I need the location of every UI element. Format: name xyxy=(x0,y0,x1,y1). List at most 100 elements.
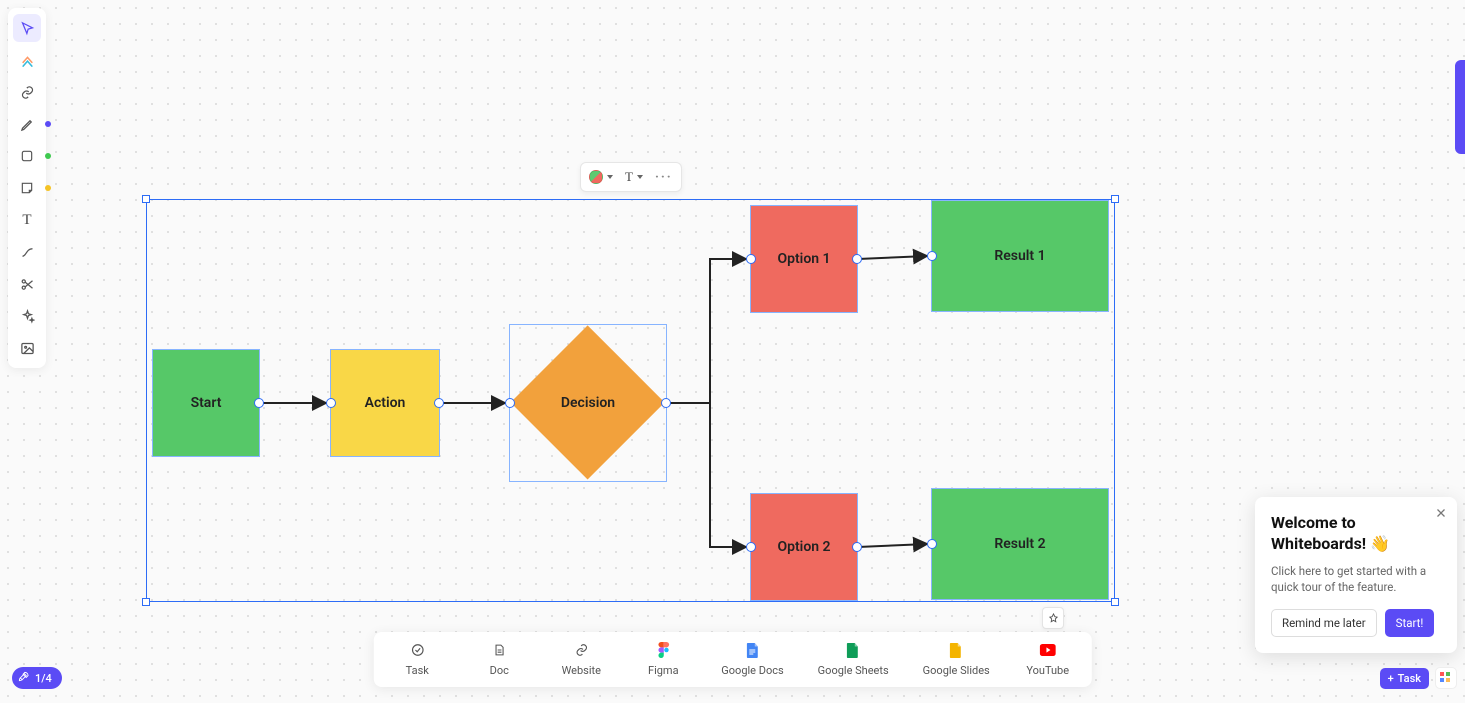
google-sheets-icon xyxy=(845,642,861,658)
node-result-2[interactable]: Result 2 xyxy=(931,488,1109,600)
node-label: Result 2 xyxy=(994,536,1045,552)
google-docs-icon xyxy=(744,642,760,658)
port[interactable] xyxy=(326,398,336,408)
dock-label: YouTube xyxy=(1026,664,1069,677)
fill-color-swatch-icon xyxy=(589,170,603,184)
apps-grid-icon xyxy=(1440,672,1452,684)
port[interactable] xyxy=(852,254,862,264)
port[interactable] xyxy=(746,254,756,264)
port[interactable] xyxy=(661,398,671,408)
resize-handle-top-left[interactable] xyxy=(142,195,150,203)
ellipsis-icon: ··· xyxy=(655,170,673,185)
sparkle-icon xyxy=(20,309,35,324)
dock-google-slides[interactable]: Google Slides xyxy=(923,642,990,677)
dock-task[interactable]: Task xyxy=(393,642,441,677)
resize-handle-bottom-left[interactable] xyxy=(142,598,150,606)
node-label: Option 2 xyxy=(777,539,830,555)
pin-dock-button[interactable] xyxy=(1042,607,1064,629)
dock-label: Google Slides xyxy=(923,664,990,677)
task-button-label: Task xyxy=(1398,672,1421,685)
connector-tool[interactable] xyxy=(13,238,41,266)
cursor-icon xyxy=(20,21,35,36)
welcome-popover: Welcome to Whiteboards! 👋 Click here to … xyxy=(1255,497,1457,653)
node-decision[interactable]: Decision xyxy=(509,324,667,482)
scissors-icon xyxy=(20,277,35,292)
doc-icon xyxy=(491,642,507,658)
start-tour-button[interactable]: Start! xyxy=(1385,609,1435,637)
bottom-right-actions: + Task xyxy=(1380,667,1457,689)
create-task-button[interactable]: + Task xyxy=(1380,668,1429,689)
dock-doc[interactable]: Doc xyxy=(475,642,523,677)
left-toolbar: T xyxy=(8,8,46,368)
node-label: Option 1 xyxy=(777,251,830,267)
sticky-color-indicator xyxy=(45,185,51,191)
port[interactable] xyxy=(505,398,515,408)
welcome-title: Welcome to Whiteboards! 👋 xyxy=(1271,513,1441,555)
shape-color-indicator xyxy=(45,153,51,159)
node-option-1[interactable]: Option 1 xyxy=(750,205,858,313)
chevron-down-icon xyxy=(637,175,643,179)
context-toolbar: T ··· xyxy=(580,162,682,192)
pen-color-indicator xyxy=(45,121,51,127)
task-icon xyxy=(409,642,425,658)
resize-handle-bottom-right[interactable] xyxy=(1111,598,1119,606)
dock-website[interactable]: Website xyxy=(557,642,605,677)
sticky-note-tool[interactable] xyxy=(13,174,41,202)
text-tool[interactable]: T xyxy=(13,206,41,234)
resize-handle-top-right[interactable] xyxy=(1111,195,1119,203)
port[interactable] xyxy=(746,542,756,552)
dock-label: Google Docs xyxy=(721,664,783,677)
shape-fill-picker[interactable] xyxy=(589,170,613,184)
node-result-1[interactable]: Result 1 xyxy=(931,200,1109,312)
dock-label: Task xyxy=(406,664,429,677)
link-icon xyxy=(20,85,35,100)
text-icon: T xyxy=(625,169,633,185)
page-count: 1/4 xyxy=(35,672,52,685)
square-icon xyxy=(20,149,34,163)
port[interactable] xyxy=(927,251,937,261)
shape-tool[interactable] xyxy=(13,142,41,170)
right-drawer-tab[interactable] xyxy=(1455,60,1465,154)
pen-tool[interactable] xyxy=(13,110,41,138)
port[interactable] xyxy=(852,542,862,552)
welcome-body: Click here to get started with a quick t… xyxy=(1271,563,1441,595)
ai-tool[interactable] xyxy=(13,302,41,330)
image-tool[interactable] xyxy=(13,334,41,362)
pen-icon xyxy=(20,117,35,132)
pin-icon xyxy=(1048,613,1059,624)
remind-later-button[interactable]: Remind me later xyxy=(1271,609,1377,637)
port[interactable] xyxy=(927,539,937,549)
node-label: Decision xyxy=(561,395,615,411)
link-icon xyxy=(573,642,589,658)
dock-google-sheets[interactable]: Google Sheets xyxy=(818,642,889,677)
node-start[interactable]: Start xyxy=(152,349,260,457)
insert-dock: Task Doc Website Figma Google Docs Googl… xyxy=(373,632,1091,687)
node-action[interactable]: Action xyxy=(330,349,440,457)
rocket-icon xyxy=(18,671,29,685)
node-label: Start xyxy=(191,395,222,411)
clickup-tool[interactable] xyxy=(13,46,41,74)
google-slides-icon xyxy=(948,642,964,658)
pointer-tool[interactable] xyxy=(13,14,41,42)
dock-label: Doc xyxy=(490,664,509,677)
chevron-down-icon xyxy=(607,175,613,179)
dock-google-docs[interactable]: Google Docs xyxy=(721,642,783,677)
node-option-2[interactable]: Option 2 xyxy=(750,493,858,601)
dock-label: Website xyxy=(562,664,601,677)
dock-figma[interactable]: Figma xyxy=(639,642,687,677)
link-tool[interactable] xyxy=(13,78,41,106)
text-style-picker[interactable]: T xyxy=(625,169,643,185)
plus-icon: + xyxy=(1388,672,1394,685)
apps-button[interactable] xyxy=(1435,667,1457,689)
close-button[interactable] xyxy=(1435,507,1447,523)
more-options-button[interactable]: ··· xyxy=(655,170,673,185)
image-icon xyxy=(20,341,35,356)
sticky-note-icon xyxy=(20,181,34,195)
dock-youtube[interactable]: YouTube xyxy=(1024,642,1072,677)
page-indicator[interactable]: 1/4 xyxy=(12,667,62,689)
node-label: Result 1 xyxy=(994,248,1045,264)
scissors-tool[interactable] xyxy=(13,270,41,298)
port[interactable] xyxy=(254,398,264,408)
port[interactable] xyxy=(434,398,444,408)
connector-icon xyxy=(20,245,35,260)
